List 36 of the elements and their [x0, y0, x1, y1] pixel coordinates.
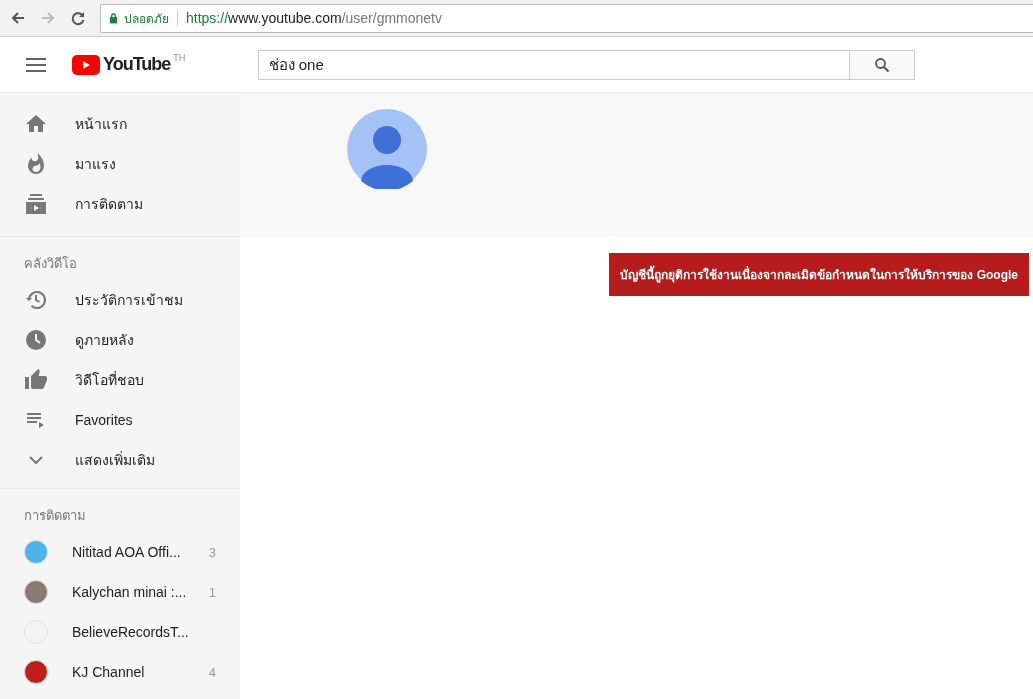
url-text: https://www.youtube.com/user/gmmonetv [186, 10, 442, 26]
subscription-item[interactable]: Nititad AOA Offi... 3 [0, 532, 240, 572]
security-label: ปลอดภัย [124, 10, 169, 28]
sidebar-item[interactable]: ดูภายหลัง [0, 320, 240, 360]
subscription-item[interactable]: Kalychan minai :... 1 [0, 572, 240, 612]
clock-icon [24, 328, 48, 352]
new-video-count: 3 [208, 544, 216, 560]
reload-icon[interactable] [70, 10, 86, 26]
sidebar-item[interactable]: วิดีโอที่ชอบ [0, 360, 240, 400]
subscriptions-icon [24, 192, 48, 216]
play-logo-icon[interactable] [72, 54, 100, 75]
section-title: การติดตาม [23, 507, 87, 525]
account-terminated-alert: บัญชีนี้ถูกยุติการใช้งานเนื่องจากละเมิดข้อกำหนดในการให้บริการของ Google [609, 253, 1029, 296]
sidebar-item[interactable]: การติดตาม [0, 184, 240, 224]
search-icon [873, 56, 890, 73]
section-title: คลังวิดีโอ [23, 255, 78, 273]
subscription-item[interactable]: BelieveRecordsT... [0, 612, 240, 652]
thumbs-up-icon [24, 368, 48, 392]
logo-text[interactable]: YouTube [103, 54, 171, 75]
back-icon[interactable] [10, 10, 26, 26]
new-video-count: 4 [208, 664, 216, 680]
sidebar-item[interactable]: แสดงเพิ่มเติม [0, 440, 240, 480]
history-icon [24, 288, 48, 312]
sidebar-item[interactable]: Favorites [0, 400, 240, 440]
lock-icon [109, 12, 118, 24]
sidebar-item[interactable]: หน้าแรก [0, 104, 240, 144]
new-video-count: 1 [208, 584, 216, 600]
search-button[interactable] [849, 49, 915, 80]
menu-icon[interactable] [26, 57, 46, 72]
subscription-item[interactable]: KJ Channel 4 [0, 652, 240, 692]
default-avatar-icon [347, 109, 427, 189]
sidebar-item[interactable]: มาแรง [0, 144, 240, 184]
address-bar[interactable]: ปลอดภัย https://www.youtube.com/user/gmmonetv [100, 3, 1033, 33]
region-label: TH [173, 52, 186, 63]
sidebar-item[interactable]: ประวัติการเข้าชม [0, 280, 240, 320]
search-field[interactable]: ช่อง one [257, 49, 850, 80]
